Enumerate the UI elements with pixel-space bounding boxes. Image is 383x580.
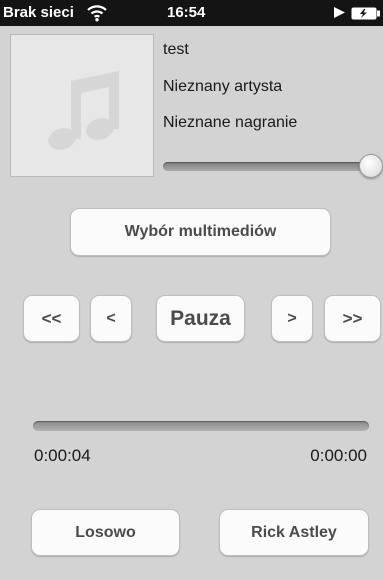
playback-progress-bar[interactable] <box>33 421 369 431</box>
previous-button[interactable]: < <box>90 295 132 342</box>
carrier-label: Brak sieci <box>3 4 74 21</box>
wifi-icon <box>86 1 108 27</box>
track-artist: Nieznany artysta <box>163 78 283 95</box>
volume-slider-track[interactable] <box>163 162 371 171</box>
media-picker-button[interactable]: Wybór multimediów <box>70 208 331 256</box>
status-time: 16:54 <box>167 4 206 21</box>
play-status-icon <box>333 6 346 23</box>
rick-astley-button[interactable]: Rick Astley <box>219 509 369 556</box>
fast-forward-button[interactable]: >> <box>324 295 381 342</box>
track-album: Nieznane nagranie <box>163 114 298 131</box>
remaining-time: 0:00:00 <box>310 446 367 465</box>
rewind-button[interactable]: << <box>23 295 80 342</box>
volume-slider-thumb[interactable] <box>359 154 383 178</box>
battery-icon <box>351 7 381 24</box>
track-title: test <box>163 41 189 58</box>
album-artwork <box>10 34 154 177</box>
status-bar: Brak sieci 16:54 <box>0 0 383 26</box>
pause-button[interactable]: Pauza <box>156 295 245 342</box>
shuffle-button[interactable]: Losowo <box>31 509 180 556</box>
elapsed-time: 0:00:04 <box>34 446 91 465</box>
next-button[interactable]: > <box>271 295 313 342</box>
